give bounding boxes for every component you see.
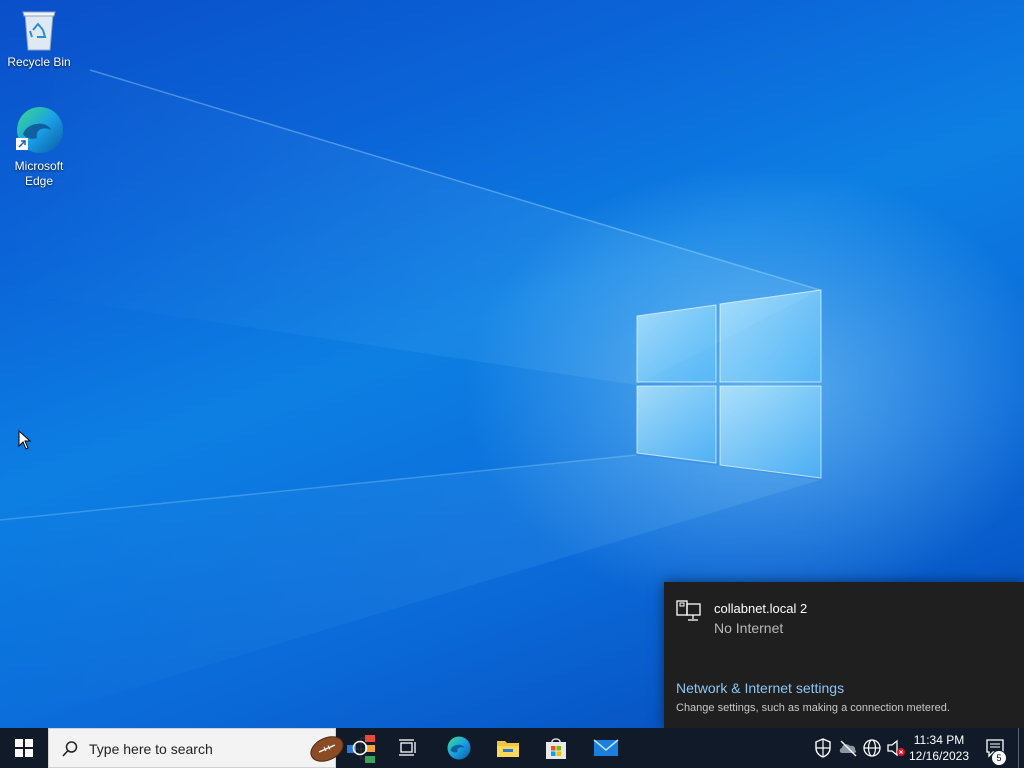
mail-icon: [593, 739, 619, 756]
ethernet-network-icon: [676, 600, 701, 621]
taskbar: Type here to search 11:34 PM 12/16/2023 …: [0, 728, 1024, 768]
microsoft-store-button[interactable]: [532, 728, 580, 768]
edge-icon: [447, 736, 471, 760]
volume-muted-icon[interactable]: [886, 738, 906, 758]
file-explorer-button[interactable]: [484, 728, 532, 768]
store-icon: [546, 738, 566, 759]
clock[interactable]: 11:34 PM 12/16/2023: [906, 732, 972, 764]
cortana-icon: [352, 740, 368, 756]
desktop[interactable]: Recycle Bin Microsoft Edge collabnet.loc…: [0, 0, 1024, 728]
taskbar-edge-button[interactable]: [436, 728, 482, 768]
clock-date: 12/16/2023: [908, 749, 970, 763]
desktop-icon-microsoft-edge[interactable]: Microsoft Edge: [1, 104, 77, 189]
windows-security-icon[interactable]: [814, 738, 832, 758]
network-no-internet-icon[interactable]: [862, 738, 882, 758]
network-connection-item[interactable]: collabnet.local 2 No Internet: [664, 582, 1024, 648]
desktop-icon-label: Microsoft Edge: [14, 159, 64, 188]
desktop-icon-label: Recycle Bin: [7, 55, 71, 69]
file-explorer-icon: [497, 741, 519, 757]
start-button[interactable]: [0, 728, 48, 768]
mail-button[interactable]: [582, 728, 630, 768]
network-name: collabnet.local 2: [714, 601, 808, 616]
taskbar-search-box[interactable]: Type here to search: [48, 728, 375, 768]
network-settings-description: Change settings, such as making a connec…: [676, 702, 950, 714]
cortana-button[interactable]: [336, 728, 384, 768]
notification-count-badge: 5: [991, 750, 1007, 766]
mouse-cursor-icon: [18, 430, 32, 450]
task-view-button[interactable]: [384, 728, 432, 768]
windows-start-icon: [15, 739, 33, 757]
onedrive-offline-icon[interactable]: [838, 738, 858, 758]
clock-time: 11:34 PM: [913, 733, 965, 747]
task-view-icon: [399, 739, 416, 756]
search-icon: [62, 741, 78, 757]
edge-icon: [16, 107, 63, 153]
recycle-bin-icon: [22, 11, 56, 51]
search-placeholder: Type here to search: [89, 741, 213, 757]
network-settings-link[interactable]: Network & Internet settings: [676, 680, 844, 696]
network-status: No Internet: [714, 620, 784, 636]
desktop-icon-recycle-bin[interactable]: Recycle Bin: [1, 8, 77, 70]
network-flyout: collabnet.local 2 No Internet Network & …: [664, 582, 1024, 728]
show-desktop-button[interactable]: [1018, 728, 1024, 768]
